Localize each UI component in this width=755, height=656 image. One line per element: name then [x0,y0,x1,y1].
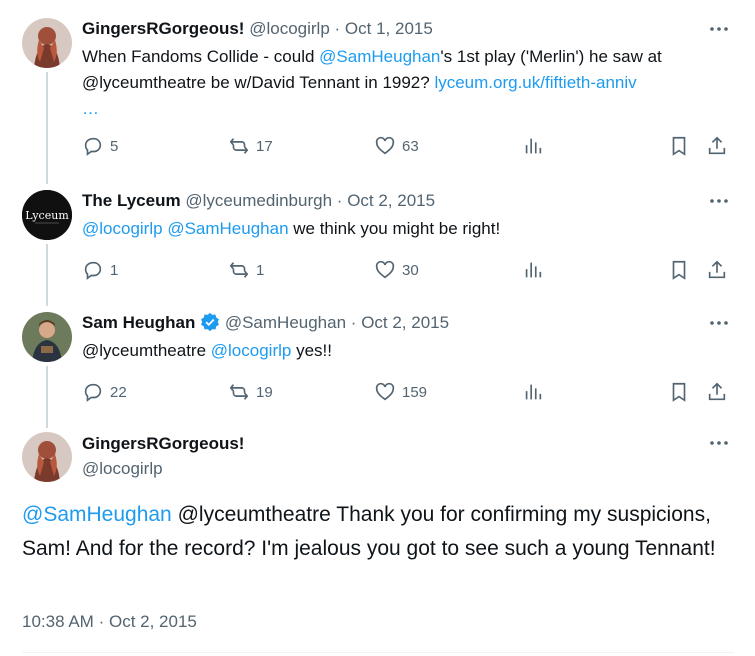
like-button[interactable]: 159 [374,380,427,404]
tweet-date[interactable]: Oct 2, 2015 [361,313,449,332]
thread-line [46,72,48,184]
more-icon[interactable] [709,194,729,208]
author-handle[interactable]: @locogirlp [82,459,163,479]
mention-link[interactable]: @locogirlp [211,341,292,360]
reply-icon [84,137,102,156]
retweet-count: 17 [256,137,273,155]
url-ellipsis[interactable]: … [82,99,99,118]
share-button[interactable] [706,134,732,158]
heart-icon [375,382,395,401]
bookmark-icon [672,260,686,280]
author-handle[interactable]: @locogirlp [249,19,330,38]
retweet-button[interactable]: 19 [228,380,273,404]
tweet-date[interactable]: Oct 2, 2015 [109,612,197,631]
bookmark-button[interactable] [668,380,694,404]
author-handle[interactable]: @SamHeughan [225,313,346,332]
reply-count: 22 [110,383,127,401]
bookmark-button[interactable] [668,134,694,158]
more-icon[interactable] [709,436,729,450]
lyceum-logo: Lyceum [22,190,72,240]
avatar[interactable]: Lyceum [22,190,72,240]
tweet-time[interactable]: 10:38 AM [22,612,94,631]
views-button[interactable] [522,134,548,158]
retweet-button[interactable]: 17 [228,134,273,158]
share-button[interactable] [706,380,732,404]
avatar-image [22,312,72,362]
mention-link[interactable]: @SamHeughan [22,503,172,526]
mention-link[interactable]: @SamHeughan [319,47,440,66]
more-icon[interactable] [709,316,729,330]
like-count: 63 [402,137,419,155]
reply-icon [84,261,102,280]
retweet-count: 1 [256,261,265,279]
views-button[interactable] [522,258,548,282]
separator-dot: · [334,19,341,38]
main-tweet: GingersRGorgeous! @locogirlp @SamHeughan… [0,432,755,656]
divider [22,652,734,653]
share-icon [708,382,726,401]
analytics-icon [525,384,542,400]
avatar[interactable] [22,18,72,68]
retweet-icon [229,262,249,278]
reply-count: 1 [110,261,119,279]
thread-line [46,366,48,428]
text-segment: yes!! [291,341,332,360]
text-segment: When Fandoms Collide - could [82,47,320,66]
author-name[interactable]: The Lyceum [82,191,181,210]
thread-line [46,244,48,306]
share-button[interactable] [706,258,732,282]
author-name[interactable]: GingersRGorgeous! [82,434,244,454]
avatar-image [22,432,72,482]
analytics-icon [525,262,542,278]
views-button[interactable] [522,380,548,404]
like-button[interactable]: 63 [374,134,419,158]
like-count: 159 [402,383,428,401]
reply-button[interactable]: 5 [82,134,118,158]
separator-dot: · [350,313,357,332]
text-segment: we think you might be right! [288,219,501,238]
avatar-image [22,18,72,68]
tweet-text: When Fandoms Collide - could @SamHeughan… [82,44,732,122]
author-handle[interactable]: @lyceumedinburgh [185,191,332,210]
share-icon [708,136,726,155]
reply-icon [84,383,102,402]
retweet-icon [229,138,249,154]
logo-text: Lyceum [25,209,69,222]
reply-button[interactable]: 1 [82,258,118,282]
retweet-icon [229,384,249,400]
bookmark-icon [672,382,686,402]
tweet-date[interactable]: Oct 2, 2015 [347,191,435,210]
retweet-button[interactable]: 1 [228,258,264,282]
heart-icon [375,260,395,279]
tweet-text: @locogirlp @SamHeughan we think you migh… [82,216,732,242]
separator-dot: · [336,191,343,210]
heart-icon [375,136,395,155]
author-name[interactable]: Sam Heughan [82,313,195,332]
mention-link[interactable]: @SamHeughan [167,219,288,238]
tweet-text: @lyceumtheatre @locogirlp yes!! [82,338,732,364]
like-count: 30 [402,261,419,279]
text-segment: @lyceumtheatre [82,341,211,360]
url-link[interactable]: lyceum.org.uk/fiftieth-anniv [434,73,636,92]
verified-badge-icon [201,312,220,332]
bookmark-button[interactable] [668,258,694,282]
bookmark-icon [672,136,686,156]
more-icon[interactable] [709,22,729,36]
separator-dot: · [98,612,105,631]
avatar[interactable] [22,312,72,362]
tweet-text: @SamHeughan @lyceumtheatre Thank you for… [22,498,722,566]
tweet-date[interactable]: Oct 1, 2015 [345,19,433,38]
reply-button[interactable]: 22 [82,380,127,404]
mention-link[interactable]: @locogirlp [82,219,163,238]
analytics-icon [525,138,542,154]
retweet-count: 19 [256,383,273,401]
avatar[interactable] [22,432,72,482]
share-icon [708,260,726,279]
reply-count: 5 [110,137,119,155]
author-name[interactable]: GingersRGorgeous! [82,19,244,38]
like-button[interactable]: 30 [374,258,419,282]
